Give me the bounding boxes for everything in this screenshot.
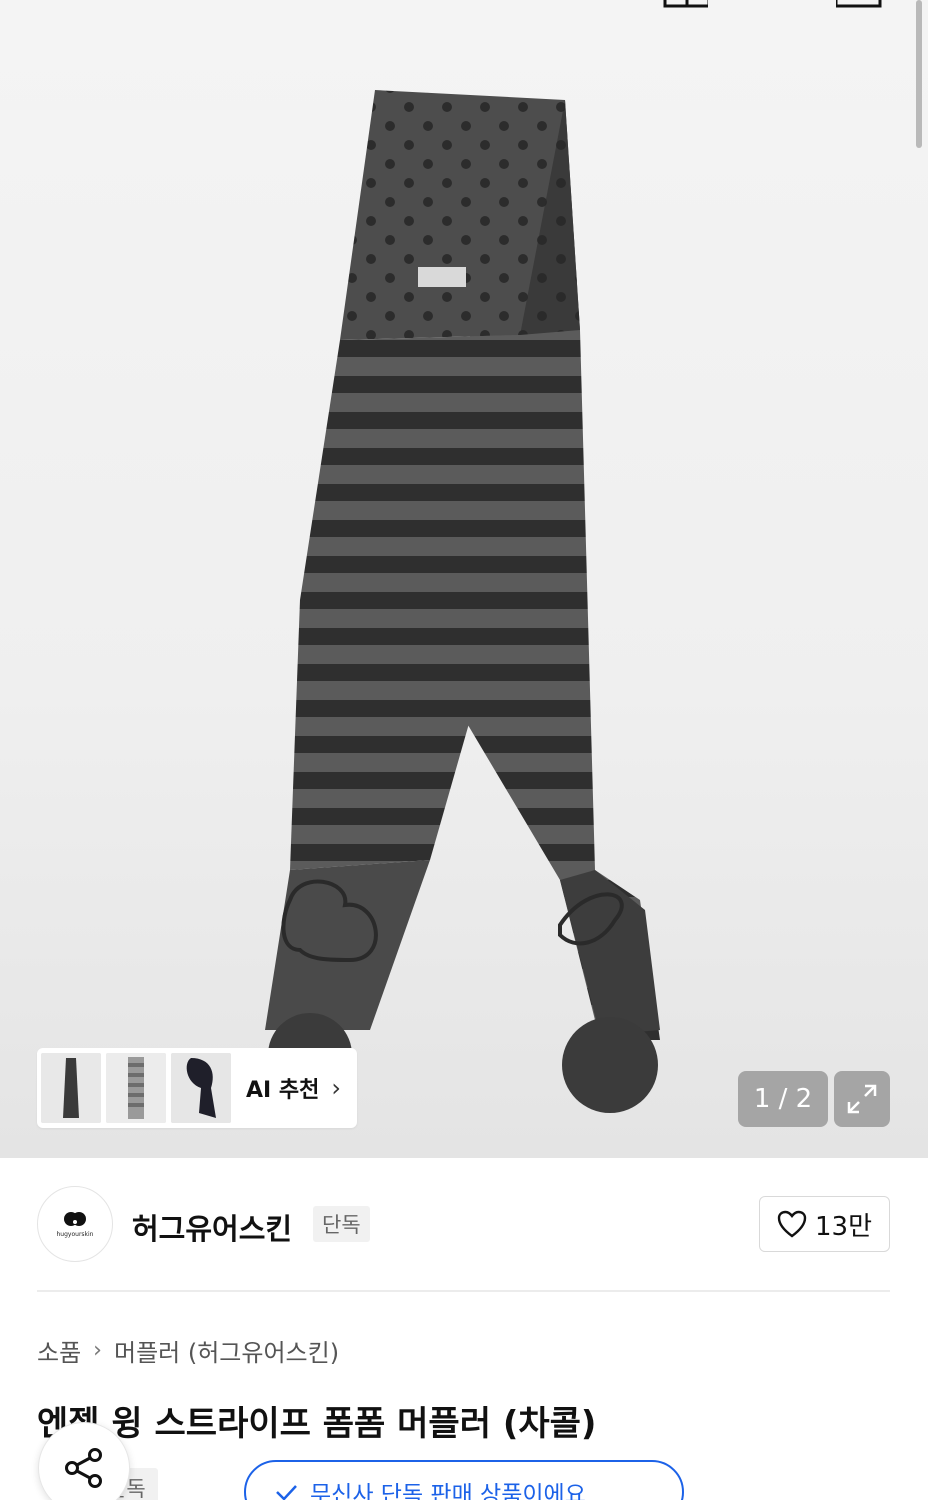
like-button[interactable]: 13만	[759, 1196, 890, 1252]
ai-thumb-3	[171, 1053, 231, 1123]
brand-name[interactable]: 허그유어스킨	[132, 1206, 292, 1248]
divider	[37, 1290, 890, 1292]
ai-thumb-2	[106, 1053, 166, 1123]
musinsa-exclusive-notice[interactable]: 무신사 단독 판매 상품이에요	[244, 1460, 684, 1500]
brand-logo-text: hugyourskin	[56, 1230, 94, 1238]
chevron-right-icon: ›	[331, 1074, 341, 1102]
ai-recommendation-label: AI 추천 ›	[246, 1072, 341, 1104]
ai-recommendation-card[interactable]: AI 추천 ›	[37, 1048, 357, 1128]
breadcrumb: 소품 › 머플러 (허그유어스킨)	[37, 1333, 339, 1368]
expand-image-button[interactable]	[834, 1071, 890, 1127]
expand-icon	[847, 1084, 877, 1114]
scarf-product-image	[265, 90, 660, 1113]
product-title: 엔젤 윙 스트라이프 폼폼 머플러 (차콜)	[37, 1404, 597, 1444]
breadcrumb-category[interactable]: 소품	[37, 1333, 81, 1368]
share-icon	[65, 1448, 102, 1488]
breadcrumb-subcategory[interactable]: 머플러 (허그유어스킨)	[114, 1333, 339, 1368]
brand-row: hugyourskin 허그유어스킨 단독 13만	[37, 1186, 890, 1262]
like-count: 13만	[814, 1211, 872, 1242]
image-counter: 1 / 2	[738, 1071, 828, 1127]
check-icon	[276, 1485, 297, 1500]
ai-thumb-1	[41, 1053, 101, 1123]
ai-label-text: AI 추천	[246, 1078, 320, 1103]
brand-exclusive-badge: 단독	[313, 1206, 370, 1242]
musinsa-notice-text: 무신사 단독 판매 상품이에요	[310, 1482, 586, 1500]
brand-logo[interactable]: hugyourskin	[37, 1186, 113, 1262]
product-image-gallery[interactable]: AI 추천 › 1 / 2	[0, 0, 928, 1158]
brand-logo-icon	[64, 1211, 86, 1226]
chevron-right-icon: ›	[93, 1338, 102, 1363]
heart-icon	[777, 1210, 807, 1238]
